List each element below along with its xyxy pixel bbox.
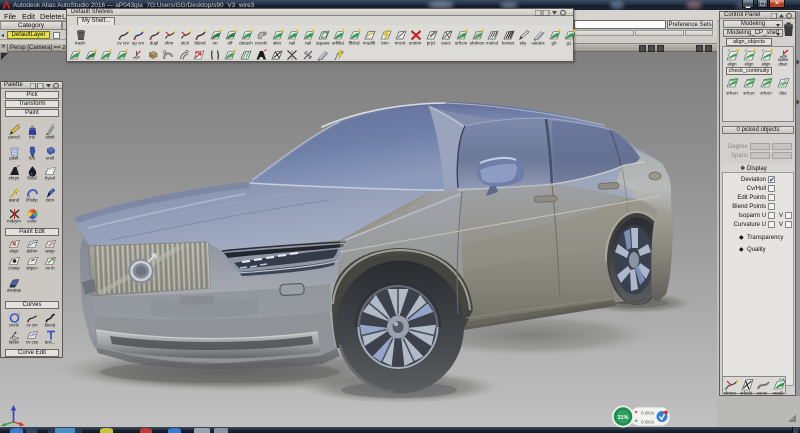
svg-text:0.0K/s: 0.0K/s xyxy=(641,410,655,415)
svg-text:PIU: PIU xyxy=(195,51,201,55)
svg-text:0.0K/s: 0.0K/s xyxy=(641,419,655,424)
svg-text:31%: 31% xyxy=(617,415,628,421)
